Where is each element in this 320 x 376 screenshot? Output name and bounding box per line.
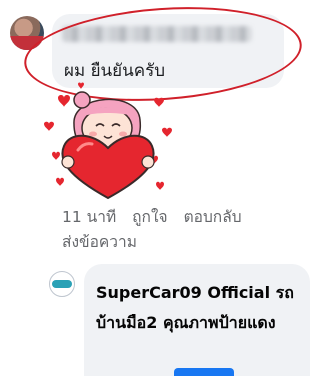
page-logo-icon[interactable]	[49, 271, 75, 297]
like-link[interactable]: ถูกใจ	[132, 208, 167, 226]
reply-link-sliver	[174, 368, 234, 376]
girl-heart-sticker-icon	[44, 82, 172, 200]
reply-link[interactable]: ตอบกลับ	[184, 208, 242, 226]
reply-bubble: SuperCar09 Official รถบ้านมือ2 คุณภาพป้า…	[84, 264, 310, 376]
reply-text[interactable]: SuperCar09 Official รถบ้านมือ2 คุณภาพป้า…	[96, 278, 302, 338]
comment-actions: 11 นาที ถูกใจ ตอบกลับ	[62, 204, 258, 229]
send-message-link[interactable]: ส่งข้อความ	[62, 229, 137, 254]
comment-time: 11 นาที	[62, 208, 117, 226]
